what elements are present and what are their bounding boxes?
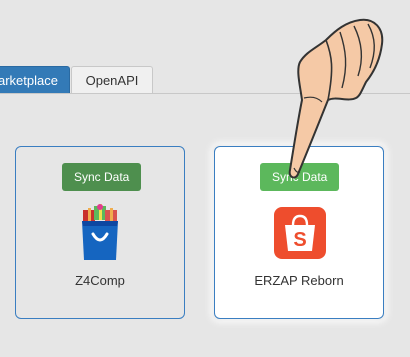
sync-data-button[interactable]: Sync Data xyxy=(62,163,142,191)
shopping-bag-gift-icon xyxy=(82,204,118,260)
svg-text:S: S xyxy=(293,229,306,251)
tab-divider xyxy=(0,93,410,94)
shopee-bag-icon: S xyxy=(274,207,326,259)
tab-marketplace[interactable]: arketplace xyxy=(0,66,70,93)
integration-name: Z4Comp xyxy=(75,273,125,288)
integration-panel: arketplace OpenAPI Sync Data Z4Comp Sync… xyxy=(0,0,410,357)
integration-card-z4comp[interactable]: Sync Data Z4Comp xyxy=(15,146,185,319)
integration-name: ERZAP Reborn xyxy=(254,273,344,288)
tab-openapi[interactable]: OpenAPI xyxy=(71,66,153,93)
integration-card-erzap-reborn[interactable]: Sync Data S ERZAP Reborn xyxy=(214,146,384,319)
sync-data-button[interactable]: Sync Data xyxy=(260,163,340,191)
